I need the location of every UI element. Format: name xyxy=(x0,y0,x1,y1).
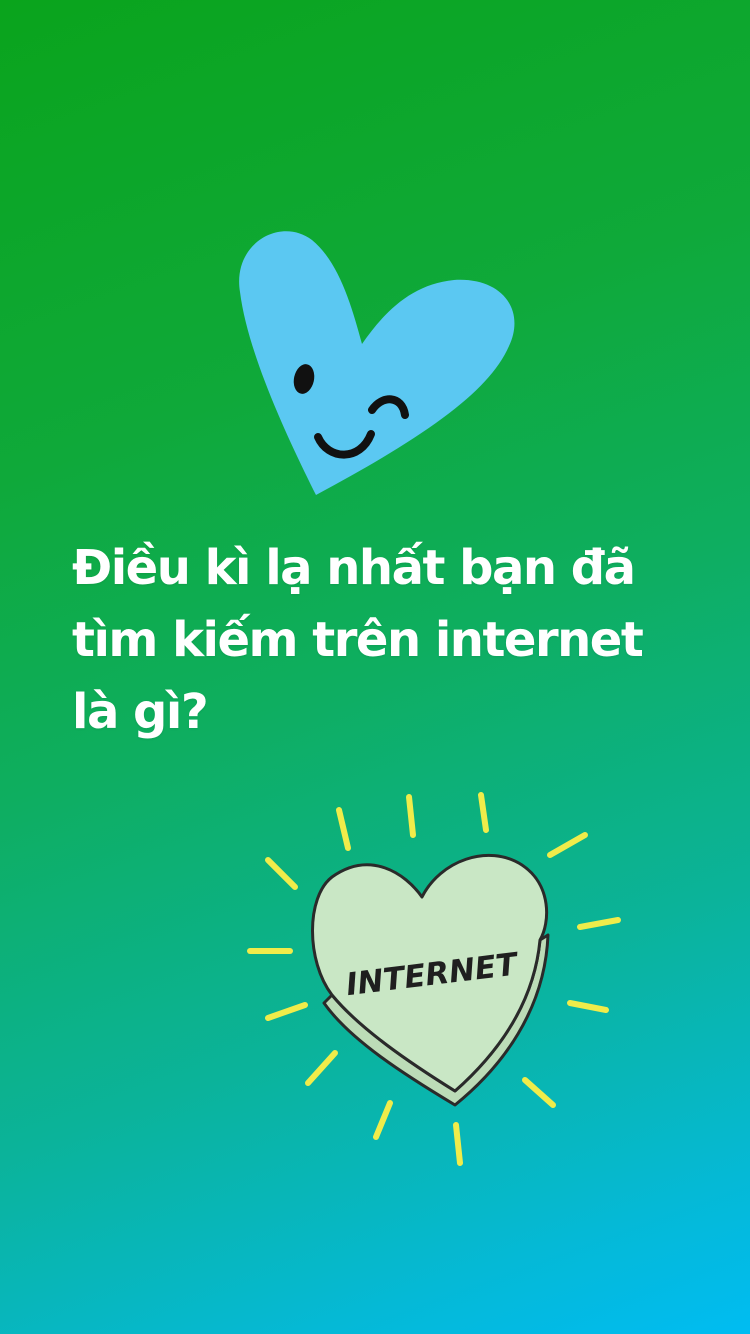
winking-heart-icon xyxy=(239,231,515,495)
question-line-3: là gì? xyxy=(72,684,209,740)
heart-shape xyxy=(239,231,515,495)
internet-candy-heart-icon: INTERNET xyxy=(247,792,621,1166)
story-question: Điều kì lạ nhất bạn đã tìm kiếm trên int… xyxy=(72,532,722,748)
question-line-2: tìm kiếm trên internet xyxy=(72,612,644,668)
question-line-1: Điều kì lạ nhất bạn đã xyxy=(72,540,636,596)
story-background: Điều kì lạ nhất bạn đã tìm kiếm trên int… xyxy=(0,0,750,1334)
